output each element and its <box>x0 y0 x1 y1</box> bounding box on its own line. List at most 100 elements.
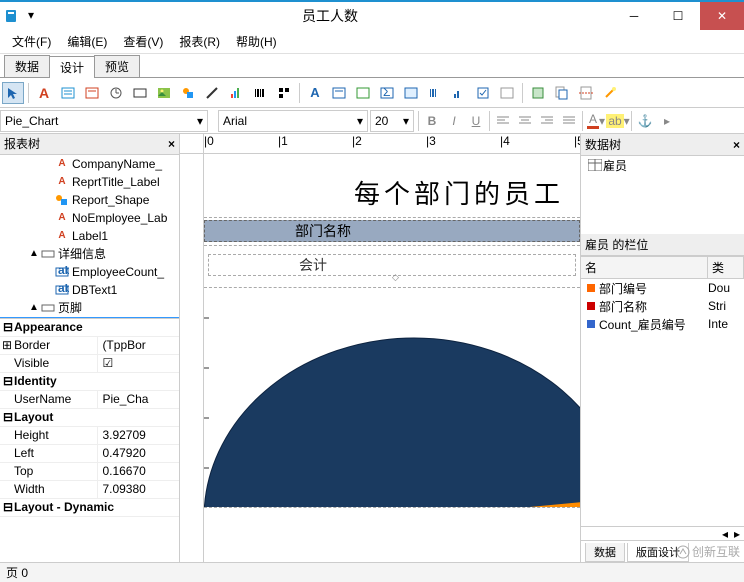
pagebreak-tool[interactable] <box>575 82 597 104</box>
dbrichtext-tool[interactable] <box>352 82 374 104</box>
wizard-tool[interactable] <box>599 82 621 104</box>
dbmemo-tool[interactable] <box>328 82 350 104</box>
menu-view[interactable]: 查看(V) <box>115 31 171 52</box>
tree-item[interactable]: ALabel1 <box>0 227 179 245</box>
title-bar: ▾ 员工人数 ─ ☐ ✕ <box>0 0 744 30</box>
menu-file[interactable]: 文件(F) <box>4 31 59 52</box>
close-panel-icon[interactable]: × <box>168 137 175 151</box>
dropdown-icon[interactable]: ▾ <box>28 8 44 24</box>
prop-row[interactable]: UserNamePie_Cha <box>0 391 179 409</box>
align-right-button[interactable] <box>537 111 557 131</box>
font-color-button[interactable]: A▾ <box>586 111 606 131</box>
tree-item[interactable]: ANoEmployee_Lab <box>0 209 179 227</box>
maximize-button[interactable]: ☐ <box>656 2 700 30</box>
image-tool[interactable] <box>153 82 175 104</box>
label-tool[interactable]: A <box>33 82 55 104</box>
pipeline-name[interactable]: 雇员 <box>603 157 627 174</box>
scroll-buttons[interactable]: ◂▸ <box>581 526 744 540</box>
shape-tool[interactable] <box>177 82 199 104</box>
variable-tool[interactable] <box>129 82 151 104</box>
menu-bar: 文件(F) 编辑(E) 查看(V) 报表(R) 帮助(H) <box>0 30 744 54</box>
prop-group[interactable]: ⊟Appearance <box>0 319 179 337</box>
tree-item[interactable]: AReprtTitle_Label <box>0 173 179 191</box>
field-item[interactable]: Count_雇员编号Inte <box>581 315 744 333</box>
band-handle-icon[interactable]: ◇ <box>392 272 399 283</box>
dbcheckbox-tool[interactable] <box>472 82 494 104</box>
field-item[interactable]: 部门名称Stri <box>581 297 744 315</box>
tree-item[interactable]: abEmployeeCount_ <box>0 263 179 281</box>
close-button[interactable]: ✕ <box>700 2 744 30</box>
dbtext-tool[interactable]: A <box>304 82 326 104</box>
memo-tool[interactable] <box>57 82 79 104</box>
prop-row[interactable]: Left0.47920 <box>0 445 179 463</box>
italic-button[interactable]: I <box>444 111 464 131</box>
minimize-button[interactable]: ─ <box>612 2 656 30</box>
tree-item[interactable]: ACompanyName_ <box>0 155 179 173</box>
tab-layout-bottom[interactable]: 版面设计 <box>627 543 689 562</box>
prop-group[interactable]: ⊟Identity <box>0 373 179 391</box>
dbimage-tool[interactable] <box>400 82 422 104</box>
group-header-field[interactable]: 部门名称 <box>204 220 580 242</box>
dbchart-tool[interactable] <box>448 82 470 104</box>
font-family-selector[interactable]: Arial▾ <box>218 110 368 132</box>
dbteechart-tool[interactable] <box>496 82 518 104</box>
highlight-button[interactable]: ab▾ <box>608 111 628 131</box>
align-justify-button[interactable] <box>559 111 579 131</box>
tab-data[interactable]: 数据 <box>4 55 50 77</box>
region-tool[interactable] <box>527 82 549 104</box>
dbcalc-tool[interactable]: Σ <box>376 82 398 104</box>
window-title: 员工人数 <box>48 6 612 26</box>
menu-report[interactable]: 报表(R) <box>171 31 228 52</box>
pie-chart-component[interactable] <box>204 288 580 507</box>
font-size-selector[interactable]: 20▾ <box>370 110 414 132</box>
subreport-tool[interactable] <box>551 82 573 104</box>
element-selector[interactable]: Pie_Chart▾ <box>0 110 208 132</box>
prop-group[interactable]: ⊟Layout - Dynamic <box>0 499 179 517</box>
data-tree-header: 数据树 × <box>581 134 744 156</box>
prop-group[interactable]: ⊟Layout <box>0 409 179 427</box>
right-panel: 数据树 × 雇员 雇员 的栏位 名 类 部门编号Dou部门名称StriCount… <box>580 134 744 562</box>
tree-item[interactable]: Report_Shape <box>0 191 179 209</box>
prop-row[interactable]: Top0.16670 <box>0 463 179 481</box>
horizontal-ruler: |0|1|2|3|4|5 <box>180 134 580 154</box>
sysvar-tool[interactable] <box>105 82 127 104</box>
fields-section-header: 雇员 的栏位 <box>581 234 744 256</box>
data-pipeline-tree[interactable]: 雇员 <box>581 156 744 174</box>
tab-data-bottom[interactable]: 数据 <box>585 543 625 562</box>
app-icon <box>4 8 20 24</box>
page-number: 0 <box>21 566 28 580</box>
prop-row[interactable]: Height3.92709 <box>0 427 179 445</box>
menu-help[interactable]: 帮助(H) <box>228 31 285 52</box>
line-tool[interactable] <box>201 82 223 104</box>
tab-design[interactable]: 设计 <box>49 56 95 78</box>
bold-button[interactable]: B <box>422 111 442 131</box>
dbbarcode-tool[interactable] <box>424 82 446 104</box>
align-center-button[interactable] <box>515 111 535 131</box>
svg-text:ab: ab <box>58 266 69 277</box>
chart-tool[interactable] <box>225 82 247 104</box>
design-surface[interactable]: 每个部门的员工 部门名称 会计 ◇ 页脚 <box>204 154 580 562</box>
tree-item[interactable]: ▲详细信息 <box>0 245 179 263</box>
underline-button[interactable]: U <box>466 111 486 131</box>
report-title-label[interactable]: 每个部门的员工 <box>354 174 564 211</box>
more-button[interactable]: ▸ <box>657 111 677 131</box>
barcode-tool[interactable] <box>249 82 271 104</box>
anchor-button[interactable]: ⚓ <box>635 111 655 131</box>
menu-edit[interactable]: 编辑(E) <box>59 31 115 52</box>
report-tree[interactable]: ACompanyName_AReprtTitle_LabelReport_Sha… <box>0 155 179 318</box>
richtext-tool[interactable] <box>81 82 103 104</box>
pointer-tool[interactable] <box>2 82 24 104</box>
tree-item[interactable]: ▲页脚 <box>0 299 179 317</box>
align-left-button[interactable] <box>493 111 513 131</box>
prop-row[interactable]: Visible☑ <box>0 355 179 373</box>
close-data-panel-icon[interactable]: × <box>733 138 740 152</box>
prop-row[interactable]: ⊞Border(TppBor <box>0 337 179 355</box>
fields-list[interactable]: 部门编号Dou部门名称StriCount_雇员编号Inte <box>581 279 744 333</box>
tab-preview[interactable]: 预览 <box>94 55 140 77</box>
qr-tool[interactable] <box>273 82 295 104</box>
right-bottom-tabs: 数据 版面设计 <box>581 540 744 562</box>
tree-item[interactable]: abDBText1 <box>0 281 179 299</box>
prop-row[interactable]: Width7.09380 <box>0 481 179 499</box>
property-grid[interactable]: ⊟Appearance⊞Border(TppBorVisible☑⊟Identi… <box>0 318 179 562</box>
field-item[interactable]: 部门编号Dou <box>581 279 744 297</box>
